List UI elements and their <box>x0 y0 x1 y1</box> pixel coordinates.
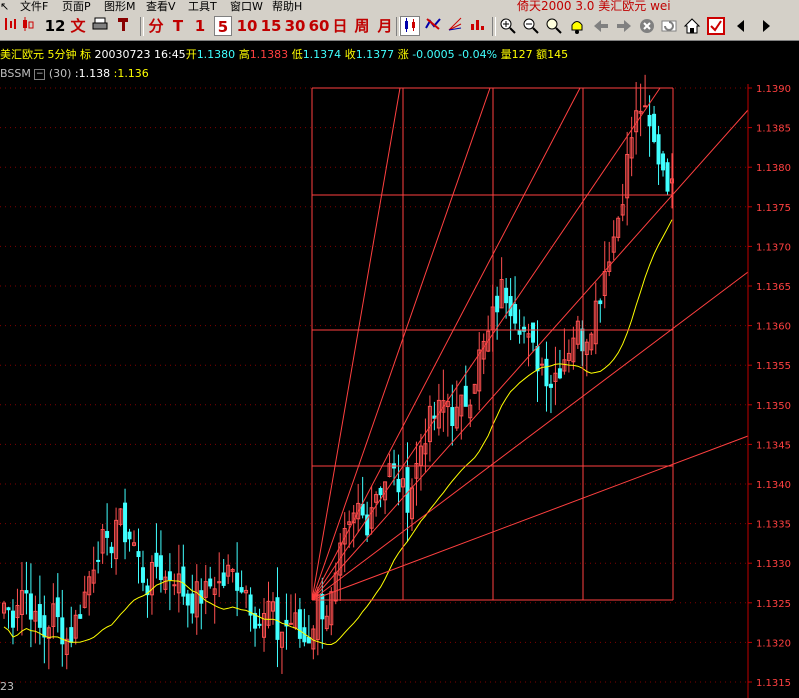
candle-body <box>643 105 648 108</box>
tick-label: 1.1360 <box>756 322 791 333</box>
tick-label: 1.1370 <box>756 242 791 253</box>
candle-body <box>109 546 114 554</box>
tick-label: 1.1365 <box>756 282 791 293</box>
candle-body <box>221 572 226 586</box>
candle-body <box>96 559 101 562</box>
candle-body <box>42 615 47 638</box>
candle-body <box>167 571 172 581</box>
candle-body <box>531 322 536 343</box>
candle-body <box>504 287 509 304</box>
tick-label: 1.1325 <box>756 599 791 610</box>
candle-body <box>24 590 29 594</box>
candle-body <box>136 551 141 558</box>
candle-body <box>154 552 159 567</box>
candle-body <box>517 330 522 335</box>
candle-body <box>123 502 128 543</box>
candle-body <box>105 531 110 538</box>
candle-body <box>208 578 213 587</box>
candle-body <box>378 487 383 496</box>
candle-body <box>661 153 666 171</box>
candle-body <box>548 383 553 388</box>
candle-body <box>652 113 657 143</box>
candle-body <box>405 467 410 513</box>
candle-body <box>539 363 544 366</box>
candle-body <box>522 326 527 332</box>
candle-body <box>557 368 562 379</box>
candle-body <box>450 407 455 427</box>
tick-label: 1.1375 <box>756 203 791 214</box>
gann-fan-line <box>311 271 749 601</box>
tick-label: 1.1320 <box>756 638 791 649</box>
candle-body <box>495 295 500 313</box>
candle-body <box>158 555 163 581</box>
candle-body <box>10 610 15 628</box>
candle-body <box>172 584 177 587</box>
candle-body <box>69 627 74 643</box>
candle-body <box>396 478 401 493</box>
candle-body <box>235 572 240 591</box>
candle-body <box>78 614 83 619</box>
candle-body <box>656 134 661 165</box>
tick-label: 1.1330 <box>756 559 791 570</box>
tick-label: 1.1385 <box>756 124 791 135</box>
candle-body <box>275 597 280 640</box>
candle-body <box>181 566 186 597</box>
candle-body <box>513 304 518 324</box>
candle-body <box>544 358 549 387</box>
tick-label: 1.1340 <box>756 480 791 491</box>
candle-body <box>37 604 42 628</box>
candle-body <box>6 607 11 611</box>
price-axis: 1.1390 1.1385 1.1380 1.1375 1.1370 1.1365 1.13… <box>747 84 791 698</box>
candle-body <box>257 623 262 626</box>
candle-body <box>320 594 325 620</box>
candle-body <box>190 593 195 614</box>
tick-label: 1.1380 <box>756 163 791 174</box>
candle-body <box>535 346 540 372</box>
tick-label: 1.1355 <box>756 361 791 372</box>
candle-body <box>463 385 468 407</box>
candle-body <box>665 162 670 192</box>
candle-body <box>297 609 302 639</box>
candle-body <box>647 114 652 127</box>
candle-body <box>127 531 132 540</box>
tick-label: 1.1315 <box>756 678 791 689</box>
candle-body <box>140 567 145 583</box>
tick-label: 1.1350 <box>756 401 791 412</box>
tick-label: 1.1390 <box>756 84 791 95</box>
candle-body <box>239 587 244 593</box>
candles-layer <box>2 74 674 674</box>
candle-body <box>185 593 190 606</box>
candle-body <box>55 597 60 618</box>
tick-label: 1.1345 <box>756 440 791 451</box>
tick-label: 1.1335 <box>756 520 791 531</box>
candle-body <box>598 300 603 305</box>
chart-grid <box>0 87 748 683</box>
candle-body <box>28 593 33 620</box>
candle-body <box>288 622 293 625</box>
price-chart[interactable]: 1.1390 1.1385 1.1380 1.1375 1.1370 1.1365 1.13… <box>0 0 799 698</box>
gann-fan-line <box>311 435 749 601</box>
bottom-time-label: 23 <box>0 680 14 693</box>
